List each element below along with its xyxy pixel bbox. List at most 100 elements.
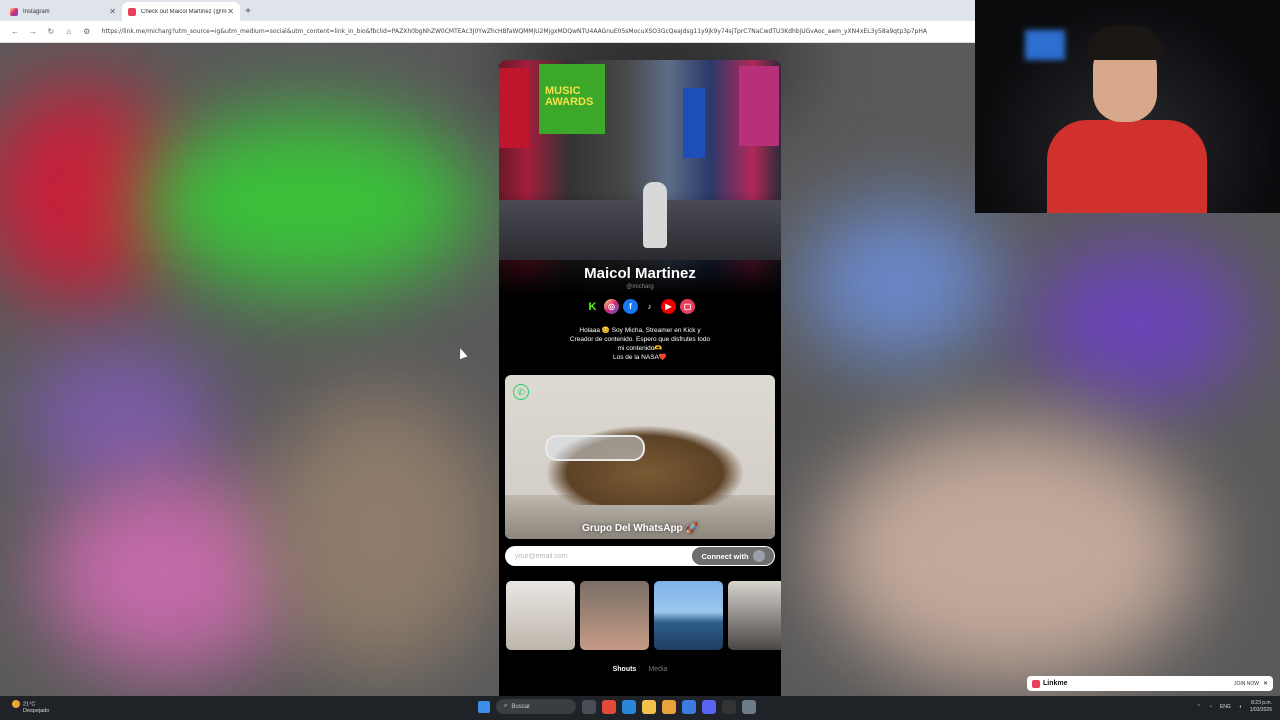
linkme-logo-icon — [1032, 679, 1040, 688]
bg-blob — [1030, 243, 1250, 403]
billboard — [683, 88, 705, 158]
close-icon[interactable]: ✕ — [227, 7, 234, 16]
search-icon: ⌕ — [504, 703, 508, 709]
billboard — [739, 66, 779, 146]
streamer-hair — [1087, 26, 1163, 60]
media-thumbnail[interactable] — [506, 581, 575, 650]
bg-blob — [140, 113, 480, 293]
tab-label: Check out Maicol Martinez (@mi — [141, 8, 228, 15]
clock-time: 8:23 p.m. — [1251, 700, 1272, 706]
media-thumbnail[interactable] — [580, 581, 649, 650]
media-carousel — [506, 581, 781, 650]
linkme-icon[interactable]: ▢ — [680, 299, 695, 314]
instagram-favicon-icon — [10, 7, 18, 16]
edge-icon[interactable] — [622, 699, 636, 714]
instagram-icon[interactable]: ◎ — [604, 299, 619, 314]
taskbar-search[interactable]: ⌕ Buscar — [496, 699, 576, 714]
cover-photo: MUSIC AWARDS — [499, 60, 781, 295]
clock-date: 1/03/2026 — [1249, 707, 1272, 713]
bio-line: Holaaa 😊 Soy Micha, Streamer en Kick y — [579, 327, 701, 334]
tab-label: Instagram — [23, 8, 50, 15]
close-icon[interactable]: ✕ — [109, 7, 116, 16]
system-tray: ⌃ ◔ ENG ◖ 8:23 p.m. 1/03/2026 — [1197, 700, 1272, 714]
whatsapp-card-title: Grupo Del WhatsApp 🚀 — [582, 523, 698, 534]
plush-glasses — [545, 435, 645, 461]
search-label: Buscar — [511, 703, 531, 710]
speaker-icon[interactable]: ◖ — [1239, 704, 1242, 710]
profile-name: Maicol Martinez — [584, 265, 696, 282]
music-awards-billboard: MUSIC AWARDS — [539, 64, 605, 134]
person-figure — [643, 182, 667, 248]
street — [499, 200, 781, 260]
weather-icon — [12, 700, 20, 708]
avatar — [752, 550, 765, 562]
profile-bio: Holaaa 😊 Soy Micha, Streamer en Kick y C… — [549, 326, 731, 362]
weather-temp: 21°C — [23, 701, 36, 708]
bg-blob — [820, 423, 1200, 683]
bg-blob — [20, 343, 220, 493]
task-view-icon[interactable] — [582, 699, 596, 714]
tab-shouts[interactable]: Shouts — [613, 666, 637, 673]
tab-linkme[interactable]: Check out Maicol Martinez (@mi ✕ — [122, 2, 240, 21]
banner-brand: Linkme — [1043, 680, 1068, 687]
address-bar: ← → ↻ ⌂ ⚙ https://link.me/micharg?utm_so… — [0, 21, 975, 43]
bg-blob — [40, 473, 300, 673]
file-explorer-icon[interactable] — [642, 699, 656, 714]
streamer-shirt — [1047, 120, 1207, 213]
weather-widget[interactable]: 21°C Despejado — [12, 700, 49, 715]
browser-tab-bar: Instagram ✕ Check out Maicol Martinez (@… — [0, 0, 975, 21]
epic-games-icon[interactable] — [722, 699, 736, 714]
home-icon[interactable]: ⌂ — [60, 27, 78, 36]
app-icon[interactable] — [602, 699, 616, 714]
billboard-text: MUSIC AWARDS — [545, 85, 594, 108]
email-capture: Connect with — [505, 546, 775, 566]
social-links: K ◎ f ♪ ▶ ▢ — [499, 299, 781, 314]
connect-button[interactable]: Connect with — [692, 547, 774, 565]
settings-icon[interactable] — [742, 699, 756, 714]
tiktok-icon[interactable]: ♪ — [642, 299, 657, 314]
bio-line: Creador de contenido. Espero que disfrut… — [569, 336, 711, 343]
lang-indicator[interactable]: ENG — [1220, 704, 1231, 710]
youtube-icon[interactable]: ▶ — [661, 299, 676, 314]
media-thumbnail[interactable] — [654, 581, 723, 650]
new-tab-button[interactable]: + — [240, 2, 256, 21]
discord-icon[interactable] — [702, 699, 716, 714]
url-field[interactable]: https://link.me/micharg?utm_source=ig&ut… — [102, 28, 969, 35]
linkme-favicon-icon — [128, 7, 136, 16]
profile-card: MUSIC AWARDS Maicol Martinez @micharg K … — [499, 60, 781, 696]
taskbar-apps: ⌕ Buscar — [478, 699, 756, 714]
windows-start-icon[interactable] — [478, 700, 490, 713]
whatsapp-group-card[interactable]: ✆ Grupo Del WhatsApp 🚀 — [505, 375, 775, 539]
wifi-icon[interactable]: ◔ — [1209, 704, 1212, 710]
tab-media[interactable]: Media — [648, 666, 667, 673]
back-arrow-icon[interactable]: ← — [6, 27, 24, 36]
content-tabs: Shouts Media — [499, 666, 781, 673]
tab-instagram[interactable]: Instagram ✕ — [4, 2, 122, 21]
connect-button-label: Connect with — [701, 551, 749, 561]
bio-line: mi contenido🫶 — [617, 345, 663, 352]
site-info-icon[interactable]: ⚙ — [78, 27, 96, 36]
weather-desc: Despejado — [23, 708, 50, 715]
billboard — [499, 68, 529, 148]
kick-icon[interactable]: K — [585, 299, 600, 314]
profile-handle: @micharg — [626, 284, 654, 290]
chrome-icon[interactable] — [662, 699, 676, 714]
bio-line: Los de la NASA❤️ — [613, 354, 667, 361]
monitor-glow — [1025, 30, 1065, 60]
email-field[interactable] — [505, 546, 692, 566]
reload-icon[interactable]: ↻ — [42, 27, 60, 36]
linkme-join-banner[interactable]: Linkme JOIN NOW ✕ — [1027, 676, 1273, 691]
whatsapp-icon: ✆ — [513, 384, 529, 400]
media-thumbnail[interactable] — [728, 581, 781, 650]
close-icon[interactable]: ✕ — [1263, 680, 1268, 687]
taskbar: 21°C Despejado ⌕ Buscar ⌃ ◔ ENG ◖ 8:23 p.… — [0, 696, 1280, 720]
forward-arrow-icon[interactable]: → — [24, 27, 42, 36]
chevron-up-icon[interactable]: ⌃ — [1197, 704, 1201, 710]
join-now-button[interactable]: JOIN NOW — [1234, 681, 1259, 687]
store-icon[interactable] — [682, 699, 696, 714]
bg-blob — [260, 393, 500, 673]
clock[interactable]: 8:23 p.m. 1/03/2026 — [1250, 700, 1272, 714]
webcam-overlay — [975, 0, 1280, 213]
facebook-icon[interactable]: f — [623, 299, 638, 314]
bg-blob — [800, 203, 1000, 363]
